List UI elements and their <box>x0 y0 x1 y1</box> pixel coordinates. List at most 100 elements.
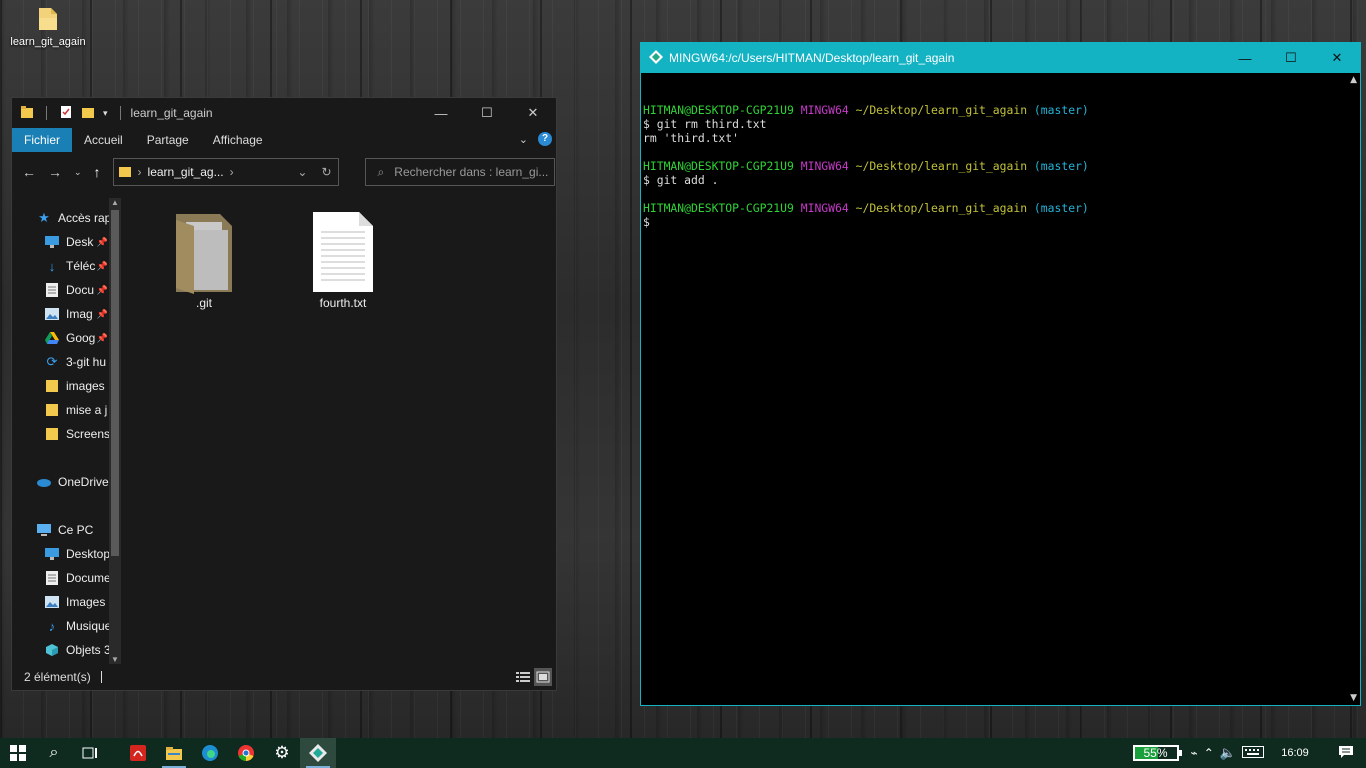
keyboard-icon[interactable] <box>1242 745 1264 761</box>
explorer-titlebar[interactable]: ▾ learn_git_again — ☐ ✕ <box>12 98 556 128</box>
acrobat-reader-button[interactable] <box>120 738 156 768</box>
desktop-folder-learn-git-again[interactable]: learn_git_again <box>4 6 92 48</box>
git-bash-icon <box>309 744 327 762</box>
search-box[interactable]: ⌕ Rechercher dans : learn_gi... <box>364 158 555 186</box>
tab-affichage[interactable]: Affichage <box>201 128 275 152</box>
forward-icon[interactable]: → <box>48 164 62 180</box>
terminal-titlebar[interactable]: MINGW64:/c/Users/HITMAN/Desktop/learn_gi… <box>641 43 1360 73</box>
tab-accueil[interactable]: Accueil <box>72 128 135 152</box>
back-icon[interactable]: ← <box>22 164 36 180</box>
task-view-button[interactable] <box>72 738 108 768</box>
command-line: $ git add . <box>643 173 719 187</box>
edge-button[interactable] <box>192 738 228 768</box>
scroll-up-icon[interactable]: ▲ <box>109 198 121 207</box>
sidebar-item-label: Docu <box>66 283 95 297</box>
sidebar-item-label: Screens <box>66 427 111 441</box>
properties-icon[interactable] <box>59 105 73 122</box>
sidebar-item-acc-s-rap[interactable]: ★ Accès rap <box>12 206 122 230</box>
minimize-button[interactable]: — <box>418 98 464 128</box>
customize-quick-access-icon[interactable]: ▾ <box>103 108 108 119</box>
terminal-scrollbar[interactable]: ▲ ▼ <box>1344 73 1360 705</box>
sidebar-item-desk[interactable]: Desk 📌 <box>12 230 122 254</box>
close-button[interactable]: ✕ <box>1314 43 1360 73</box>
volume-icon[interactable]: 🔈 <box>1220 745 1236 761</box>
large-icons-view-icon[interactable] <box>534 668 552 686</box>
chrome-button[interactable] <box>228 738 264 768</box>
git-bash-button[interactable] <box>300 738 336 768</box>
search-button[interactable]: ⌕ <box>36 738 72 768</box>
sidebar-item-label: Musique <box>66 619 112 633</box>
item-count: 2 élément(s) <box>24 670 91 684</box>
settings-button[interactable]: ⚙ <box>264 738 300 768</box>
file-item-git-folder[interactable]: .git <box>159 208 249 310</box>
sidebar-item-objets-3[interactable]: Objets 3 <box>12 638 122 662</box>
prompt-line: HITMAN@DESKTOP-CGP21U9 MINGW64 ~/Desktop… <box>643 159 1089 173</box>
clock[interactable]: 16:09 <box>1270 747 1320 759</box>
tab-fichier[interactable]: Fichier <box>12 128 73 152</box>
address-bar[interactable]: › learn_git_ag... › ⌄ ↻ <box>112 158 339 186</box>
sidebar-item-musique[interactable]: ♪ Musique <box>12 614 122 638</box>
sidebar-item-desktop[interactable]: Desktop <box>12 542 122 566</box>
notification-center-icon[interactable] <box>1326 745 1366 762</box>
sidebar-item-images[interactable]: Images <box>12 590 122 614</box>
power-plug-icon[interactable]: ⌁ <box>1191 746 1198 760</box>
sidebar-item-t-l-c[interactable]: ↓ Téléc 📌 <box>12 254 122 278</box>
address-crumb[interactable]: learn_git_ag... <box>148 165 224 179</box>
sidebar-item-ce-pc[interactable]: Ce PC <box>12 518 122 542</box>
terminal-output[interactable]: HITMAN@DESKTOP-CGP21U9 MINGW64 ~/Desktop… <box>641 73 1360 257</box>
git-bash-terminal-window[interactable]: MINGW64:/c/Users/HITMAN/Desktop/learn_gi… <box>640 42 1361 706</box>
pin-icon: 📌 <box>96 332 108 343</box>
sidebar-item-images[interactable]: images <box>12 374 122 398</box>
tab-partage[interactable]: Partage <box>135 128 201 152</box>
chevron-up-icon[interactable]: ⌃ <box>1204 746 1214 760</box>
cube-icon <box>44 642 60 658</box>
battery-indicator[interactable]: 55% <box>1132 745 1182 761</box>
sidebar-item-docu[interactable]: Docu 📌 <box>12 278 122 302</box>
folder-icon <box>44 402 60 418</box>
scrollbar-thumb[interactable] <box>111 210 119 556</box>
start-button[interactable] <box>0 738 36 768</box>
recent-locations-icon[interactable]: ⌄ <box>74 167 82 178</box>
scroll-down-icon[interactable]: ▼ <box>109 655 121 664</box>
sidebar-item-screens[interactable]: Screens <box>12 422 122 446</box>
command-output: rm 'third.txt' <box>643 131 740 145</box>
file-explorer-button[interactable] <box>156 738 192 768</box>
up-icon[interactable]: ↑ <box>94 164 101 180</box>
download-icon: ↓ <box>48 258 56 274</box>
google-drive-icon <box>44 330 60 346</box>
sidebar-item-label: Desk <box>66 235 94 249</box>
address-dropdown-icon[interactable]: ⌄ <box>297 165 307 179</box>
sidebar-item-goog[interactable]: Goog 📌 <box>12 326 122 350</box>
search-icon: ⌕ <box>49 744 59 761</box>
text-file-icon <box>298 208 388 296</box>
sidebar-item-onedrive[interactable]: OneDrive <box>12 470 122 494</box>
refresh-icon[interactable]: ↻ <box>321 165 331 179</box>
task-view-icon <box>82 747 97 759</box>
navigation-pane-scrollbar[interactable]: ▲ ▼ <box>109 198 121 664</box>
file-item-fourth-txt[interactable]: fourth.txt <box>298 208 388 310</box>
pdf-icon <box>130 745 146 761</box>
document-icon <box>44 282 60 298</box>
close-button[interactable]: ✕ <box>510 98 556 128</box>
chevron-right-icon[interactable]: › <box>230 165 234 179</box>
sidebar-item-docume[interactable]: Docume <box>12 566 122 590</box>
help-icon[interactable]: ? <box>538 132 552 146</box>
scroll-down-icon[interactable]: ▼ <box>1350 693 1357 703</box>
desktop-icon <box>44 546 60 562</box>
star-icon: ★ <box>38 210 50 225</box>
maximize-button[interactable]: ☐ <box>1268 43 1314 73</box>
sidebar-item-mise-a-j[interactable]: mise a j <box>12 398 122 422</box>
expand-ribbon-icon[interactable]: ⌄ <box>519 133 528 146</box>
minimize-button[interactable]: — <box>1222 43 1268 73</box>
maximize-button[interactable]: ☐ <box>464 98 510 128</box>
sidebar-item-3-git-hu[interactable]: ⟳ 3-git hu <box>12 350 122 374</box>
scroll-up-icon[interactable]: ▲ <box>1350 75 1357 85</box>
pin-icon: 📌 <box>96 308 108 319</box>
folder-icon <box>44 378 60 394</box>
pin-icon: 📌 <box>96 236 108 247</box>
new-folder-icon[interactable] <box>81 105 95 122</box>
details-view-icon[interactable] <box>514 668 532 686</box>
edge-icon <box>202 745 218 761</box>
sidebar-item-imag[interactable]: Imag 📌 <box>12 302 122 326</box>
